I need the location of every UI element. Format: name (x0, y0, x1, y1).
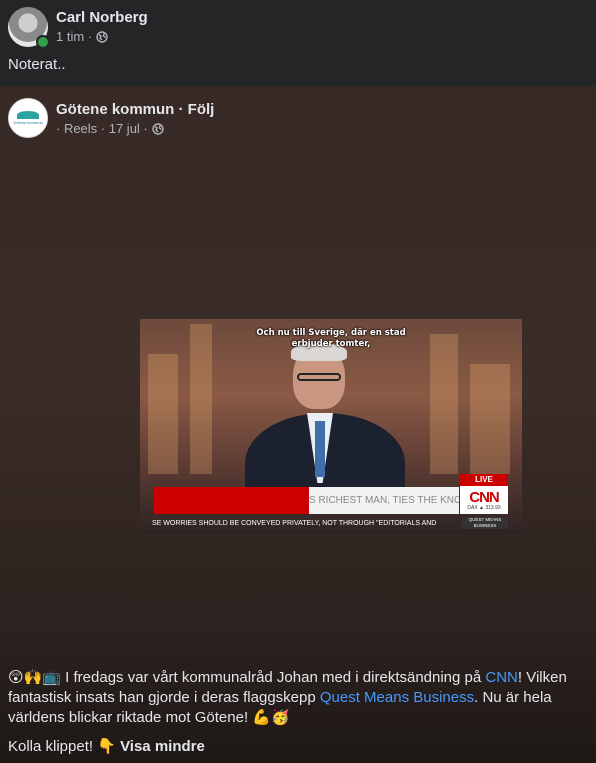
video-player[interactable]: Och nu till Sverige, där en stad erbjude… (140, 319, 522, 534)
caption-text: I fredags var vårt kommunalråd Johan med… (61, 669, 486, 686)
video-subtitle: Och nu till Sverige, där en stad erbjude… (140, 328, 522, 350)
qmb-link[interactable]: Quest Means Business (320, 689, 474, 706)
skyline-building (148, 354, 178, 474)
post-meta: 1 tim · (56, 29, 108, 44)
dax-readout: DAX ▲ 313.93 (467, 504, 501, 511)
author-name[interactable]: Carl Norberg (56, 9, 148, 26)
caption-emojis: 💪🥳 (252, 709, 290, 726)
subtitle-line-1: Och nu till Sverige, där en stad (256, 328, 406, 338)
globe-icon (152, 122, 164, 135)
skyline-building (470, 364, 510, 474)
globe-icon (96, 30, 108, 43)
post-text: Noterat.. (8, 56, 66, 73)
cnn-logo-text: CNN (469, 488, 499, 506)
shared-post: Götene kommun Götene kommun · Följ · Ree… (0, 86, 596, 763)
subtitle-line-2: erbjuder tomter, (291, 339, 371, 349)
post-time[interactable]: 1 tim · (56, 29, 92, 44)
post-header: Carl Norberg 1 tim · Noterat.. (0, 0, 596, 86)
see-less-button[interactable]: Visa mindre (120, 738, 205, 755)
news-crawl: SE WORRIES SHOULD BE CONVEYED PRIVATELY,… (152, 520, 437, 527)
logo-mark-icon (17, 111, 39, 119)
caption-line-2: Kolla klippet! 👇 Visa mindre (8, 737, 205, 757)
cnn-link[interactable]: CNN (485, 669, 518, 686)
shared-meta-text[interactable]: · Reels · 17 jul · (56, 121, 148, 136)
live-badge: LIVE (460, 474, 508, 486)
news-anchor (245, 341, 405, 513)
show-badge: QUEST MEANS BUSINESS (462, 517, 508, 529)
reel-caption: 😲🙌📺 I fredags var vårt kommunalråd Johan… (8, 668, 578, 728)
caption-text: Kolla klippet! 👇 (8, 738, 121, 755)
caption-emojis: 😲🙌📺 (8, 669, 61, 686)
logo-text: Götene kommun (13, 120, 43, 125)
network-logo: CNN DAX ▲ 313.93 (460, 486, 508, 514)
skyline-building (430, 334, 458, 474)
online-status-icon (36, 35, 50, 49)
ticker-red-bar (154, 487, 309, 514)
ticker-headline: S RICHEST MAN, TIES THE KNOT (309, 487, 459, 514)
page-name[interactable]: Götene kommun · Följ (56, 101, 214, 118)
shared-meta: · Reels · 17 jul · (56, 121, 164, 136)
page-logo[interactable]: Götene kommun (8, 98, 48, 138)
